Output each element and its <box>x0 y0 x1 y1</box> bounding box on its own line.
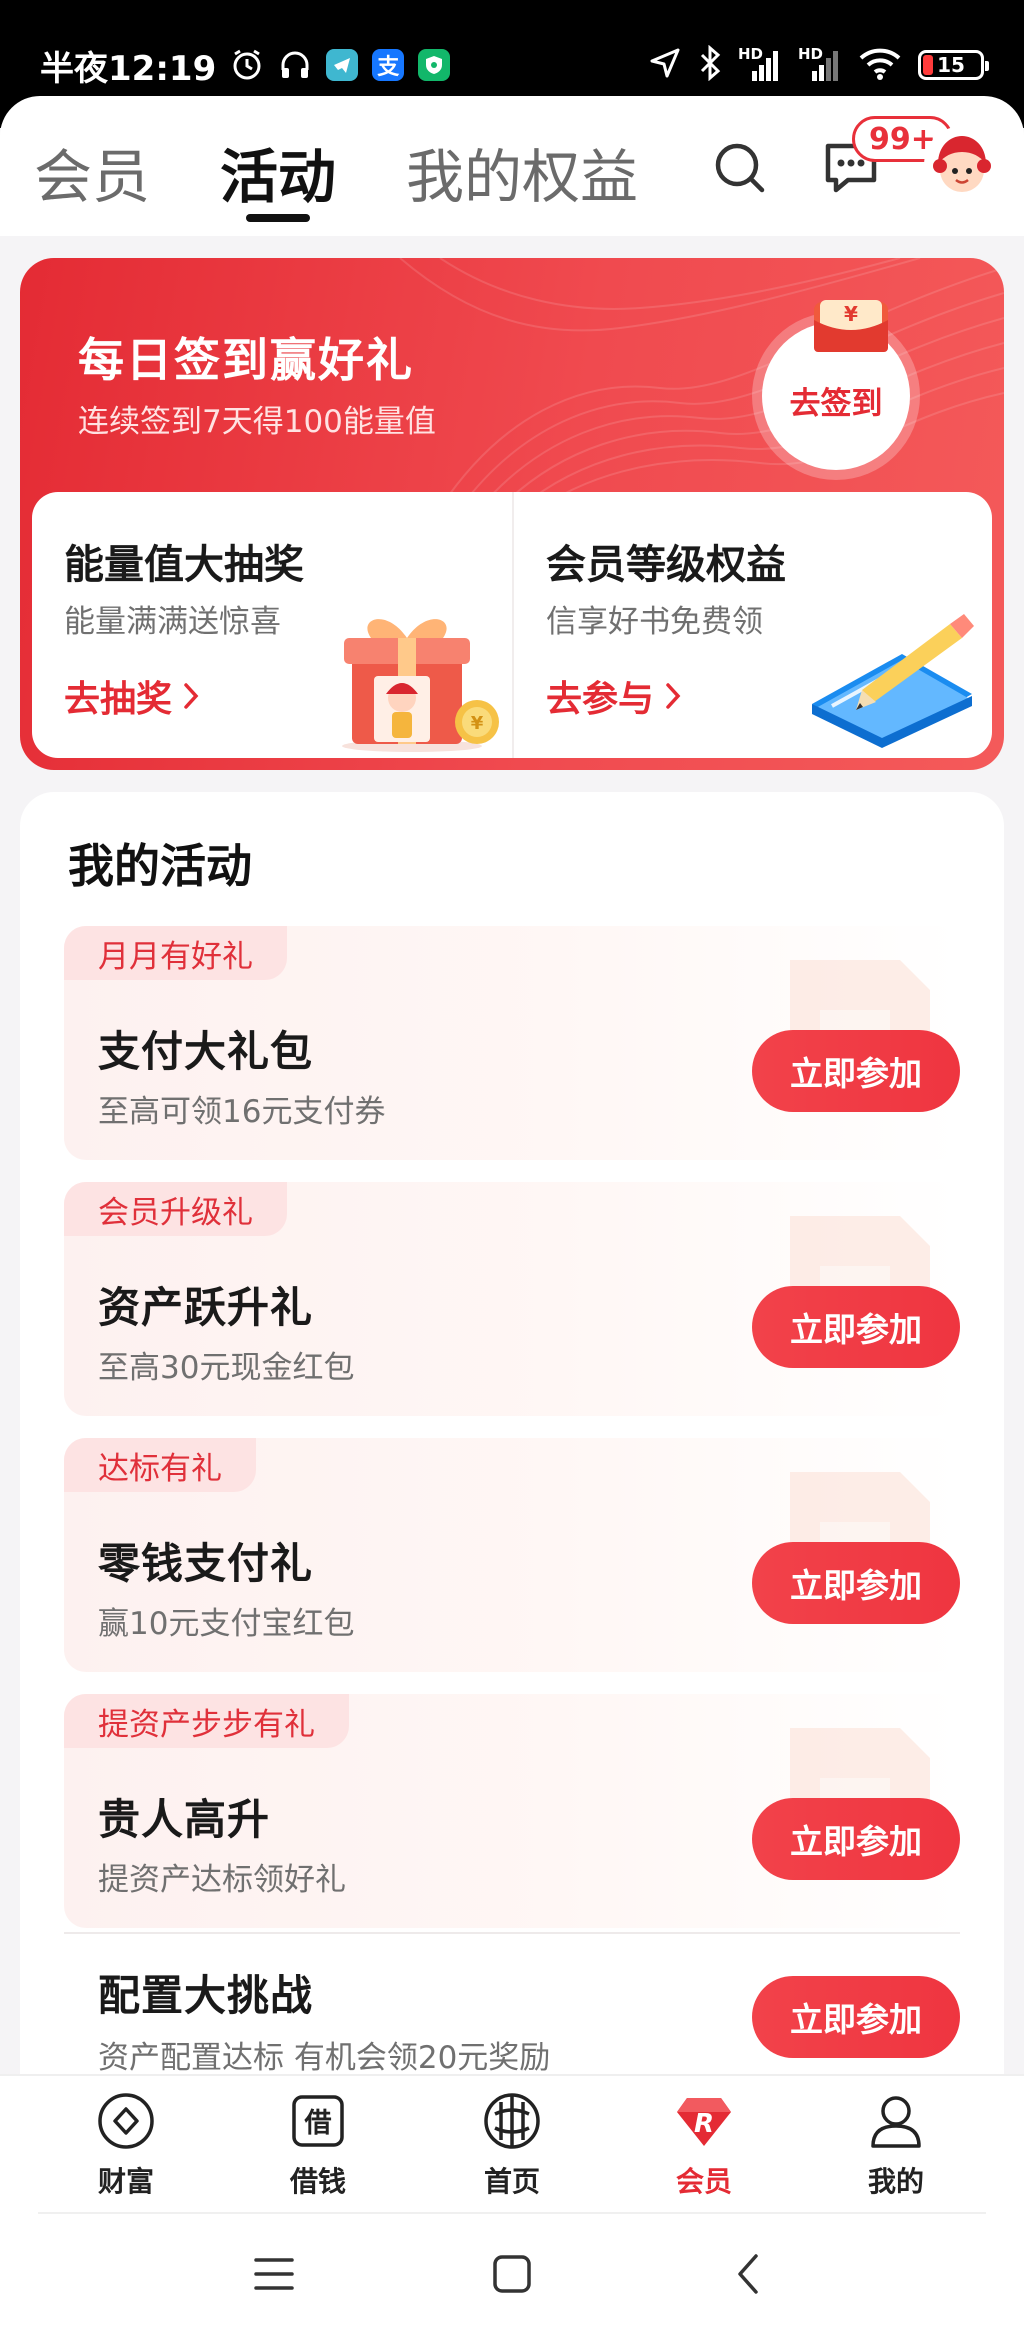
activity-item[interactable]: 会员升级礼 资产跃升礼 至高30元现金红包 立即参加 <box>64 1182 960 1416</box>
home-square-icon[interactable] <box>482 2244 542 2304</box>
activity-title: 零钱支付礼 <box>98 1539 314 1588</box>
join-now-button[interactable]: 立即参加 <box>752 1286 960 1368</box>
lottery-card-subtitle: 能量满满送惊喜 <box>64 604 281 640</box>
borrow-icon: 借 <box>292 2095 344 2147</box>
status-left: 半夜12:19 支 <box>40 38 451 92</box>
book-pencil-illustration <box>812 614 974 748</box>
activity-item[interactable]: 达标有礼 零钱支付礼 赢10元支付宝红包 立即参加 <box>64 1438 960 1672</box>
activity-title: 配置大挑战 <box>98 1971 314 2020</box>
member-icon-char: R <box>694 2109 714 2139</box>
gift-box-illustration: ¥ <box>342 619 499 752</box>
signal-icon-1: HD <box>738 45 782 83</box>
signin-subtitle: 连续签到7天得100能量值 <box>78 404 436 440</box>
activity-desc: 提资产达标领好礼 <box>98 1862 346 1898</box>
signin-sub-cards: 能量值大抽奖 能量满满送惊喜 去抽奖 ¥ 会员等级权益 信享好书免费领 去参与 <box>32 492 992 758</box>
chevron-right-icon <box>666 683 681 709</box>
signin-button-label[interactable]: 去签到 <box>762 378 910 423</box>
alarm-icon <box>230 48 264 82</box>
join-now-button[interactable]: 立即参加 <box>752 1798 960 1880</box>
member-level-card[interactable]: 会员等级权益 信享好书免费领 去参与 <box>512 492 992 758</box>
tab-membership[interactable]: 会员 <box>34 130 150 214</box>
activity-tag: 会员升级礼 <box>64 1182 287 1236</box>
shield-app-icon <box>418 49 451 81</box>
my-activities-heading: 我的活动 <box>68 839 252 893</box>
activity-desc: 至高30元现金红包 <box>98 1350 355 1386</box>
battery-level: 15 <box>937 53 965 77</box>
signin-banner[interactable]: 每日签到赢好礼 连续签到7天得100能量值 ¥ 去签到 能量值大抽奖 能量满满送… <box>20 258 1004 770</box>
activity-desc: 至高可领16元支付券 <box>98 1094 386 1130</box>
home-icon <box>484 2093 540 2149</box>
tab-activities[interactable]: 活动 <box>220 130 336 214</box>
bottom-navigation: 财富 借 借钱 首页 R 会员 我的 <box>0 2074 1024 2212</box>
join-now-button[interactable]: 立即参加 <box>752 1976 960 2058</box>
svg-text:¥: ¥ <box>471 713 484 734</box>
nav-wealth-label: 财富 <box>97 2165 154 2198</box>
member-icon: R <box>677 2098 731 2146</box>
member-level-card-link-label: 去参与 <box>546 679 655 720</box>
active-tab-indicator <box>246 214 310 222</box>
system-navigation-bar <box>0 2212 1024 2332</box>
join-now-button[interactable]: 立即参加 <box>752 1542 960 1624</box>
lottery-card-link[interactable]: 去抽奖 <box>64 670 200 722</box>
signal-icon-2: HD <box>798 45 842 83</box>
system-nav-divider <box>38 2212 986 2214</box>
activity-item[interactable]: 提资产步步有礼 贵人高升 提资产达标领好礼 立即参加 <box>64 1694 960 1928</box>
lottery-card-link-label: 去抽奖 <box>64 679 173 720</box>
member-level-card-subtitle: 信享好书免费领 <box>546 604 763 640</box>
alipay-app-icon: 支 <box>372 49 405 81</box>
bluetooth-icon <box>698 44 722 85</box>
activity-tag: 达标有礼 <box>64 1438 256 1492</box>
activity-desc: 资产配置达标 有机会领20元奖励 <box>98 2040 551 2076</box>
lottery-card[interactable]: 能量值大抽奖 能量满满送惊喜 去抽奖 ¥ <box>32 492 512 758</box>
nav-wealth[interactable]: 财富 <box>46 2090 206 2206</box>
profile-icon <box>871 2096 921 2148</box>
activity-title: 支付大礼包 <box>98 1027 314 1076</box>
tab-my-benefits[interactable]: 我的权益 <box>406 130 638 214</box>
activity-title: 贵人高升 <box>98 1795 271 1844</box>
join-now-button[interactable]: 立即参加 <box>752 1030 960 1112</box>
activity-item[interactable]: 月月有好礼 支付大礼包 至高可领16元支付券 立即参加 <box>64 926 960 1160</box>
nav-home-label: 首页 <box>483 2165 540 2198</box>
nav-borrow[interactable]: 借 借钱 <box>238 2090 398 2206</box>
red-envelope-icon: ¥ <box>814 300 888 352</box>
red-envelope-symbol: ¥ <box>844 302 858 326</box>
signin-title: 每日签到赢好礼 <box>78 333 414 387</box>
my-activities-section: 我的活动 月月有好礼 支付大礼包 至高可领16元支付券 立即参加 会员升级礼 资… <box>20 792 1004 2092</box>
location-icon <box>648 46 682 84</box>
telegram-app-icon <box>326 49 359 81</box>
back-icon[interactable] <box>720 2244 780 2304</box>
activity-desc: 赢10元支付宝红包 <box>98 1606 355 1642</box>
activity-tag: 月月有好礼 <box>64 926 287 980</box>
member-level-card-link[interactable]: 去参与 <box>546 670 682 722</box>
battery-icon: 15 <box>918 50 989 80</box>
nav-borrow-label: 借钱 <box>289 2165 346 2198</box>
wifi-icon <box>858 45 902 85</box>
borrow-icon-char: 借 <box>304 2108 332 2139</box>
status-right: HD HD 15 <box>648 40 989 90</box>
top-header: 会员 活动 我的权益 99+ <box>0 96 1024 236</box>
activity-title: 资产跃升礼 <box>98 1283 314 1332</box>
search-icon[interactable] <box>712 140 768 196</box>
headset-icon <box>278 48 312 82</box>
nav-profile-label: 我的 <box>867 2165 924 2198</box>
user-avatar[interactable] <box>924 126 1000 202</box>
lottery-card-title: 能量值大抽奖 <box>64 542 304 588</box>
activity-divider <box>64 1932 960 1934</box>
member-level-card-title: 会员等级权益 <box>546 542 786 588</box>
nav-member[interactable]: R 会员 <box>624 2090 784 2206</box>
nav-home[interactable]: 首页 <box>432 2090 592 2206</box>
menu-icon[interactable] <box>244 2244 304 2304</box>
wealth-icon <box>98 2093 154 2149</box>
activity-tag: 提资产步步有礼 <box>64 1694 349 1748</box>
nav-profile[interactable]: 我的 <box>816 2090 976 2206</box>
nav-member-label: 会员 <box>675 2165 732 2198</box>
status-time: 半夜12:19 <box>40 48 217 89</box>
chevron-right-icon <box>184 683 199 709</box>
